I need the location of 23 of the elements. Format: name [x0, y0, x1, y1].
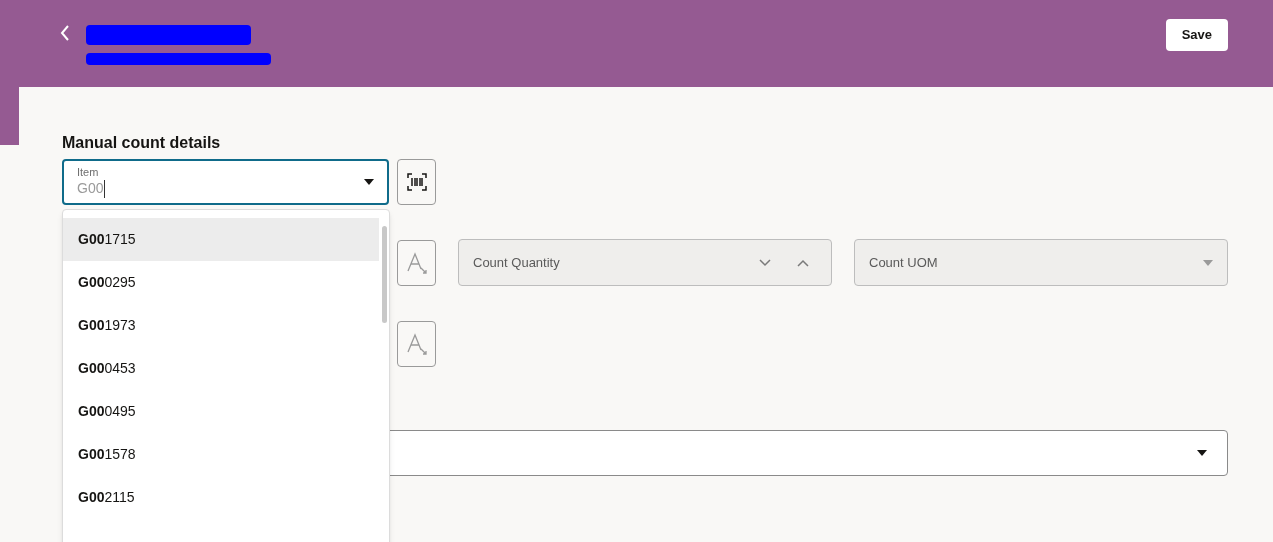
- text-format-icon: [405, 250, 428, 275]
- caret-icon: [1203, 259, 1213, 266]
- save-button[interactable]: Save: [1165, 19, 1228, 51]
- caret-icon: [364, 179, 374, 185]
- chevron-up-icon[interactable]: [797, 258, 809, 267]
- back-icon[interactable]: [60, 25, 70, 41]
- text-format-icon: [405, 332, 428, 356]
- scrollbar-thumb[interactable]: [381, 226, 387, 323]
- count-quantity-field[interactable]: Count Quantity: [458, 239, 832, 286]
- dropdown-option[interactable]: G001715: [63, 218, 379, 261]
- field-label: Item: [77, 166, 100, 181]
- barcode-scan-button[interactable]: [397, 159, 436, 205]
- field-placeholder: Count UOM: [869, 253, 938, 272]
- format-button[interactable]: [397, 239, 436, 286]
- barcode-icon: [406, 173, 427, 191]
- count-uom-field[interactable]: Count UOM: [854, 239, 1228, 286]
- field-placeholder: Count Quantity: [473, 253, 560, 272]
- section-title: Manual count details: [62, 133, 222, 153]
- format-button[interactable]: [397, 321, 436, 367]
- caret-icon: [1197, 450, 1207, 456]
- item-field[interactable]: Item G00: [62, 159, 389, 205]
- field-value: G00: [77, 180, 106, 198]
- chevron-down-icon[interactable]: [759, 258, 771, 267]
